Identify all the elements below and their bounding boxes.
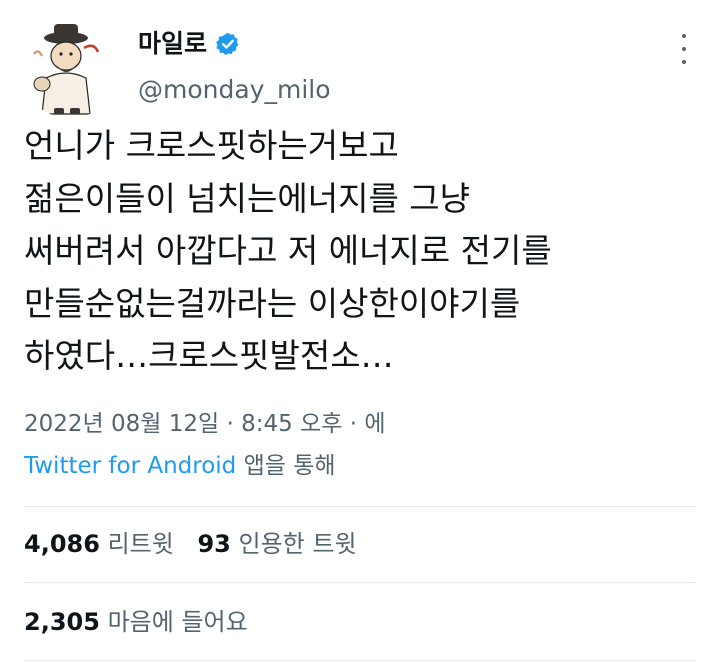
likes-stats: 2,305 마음에 들어요: [24, 606, 264, 638]
quotes-label: 인용한 트윗: [238, 530, 357, 558]
divider: [24, 506, 696, 507]
tweet-line: 젊은이들이 넘치는에너지를 그냥: [24, 178, 471, 218]
tweet-line: 하였다…크로스핏발전소…: [24, 336, 394, 375]
source-suffix: 앱을 통해: [236, 453, 336, 479]
quotes-count: 93: [197, 530, 231, 558]
quotes-stat[interactable]: 93 인용한 트윗: [197, 530, 356, 558]
likes-count: 2,305: [24, 608, 100, 636]
retweet-quote-stats: 4,086 리트윗 93 인용한 트윗: [24, 528, 373, 560]
avatar[interactable]: [20, 18, 120, 118]
tweet-line: 써버려서 아깝다고 저 에너지로 전기를: [24, 231, 552, 270]
likes-stat[interactable]: 2,305 마음에 들어요: [24, 608, 248, 636]
likes-label: 마음에 들어요: [107, 608, 248, 636]
source-app-link[interactable]: Twitter for Android: [24, 453, 236, 479]
retweets-label: 리트윗: [107, 530, 174, 558]
avatar-illustration: [33, 24, 100, 115]
tweet-source: Twitter for Android 앱을 통해: [24, 450, 336, 482]
tweet-line: 언니가 크로스핏하는거보고: [24, 126, 399, 165]
retweets-count: 4,086: [24, 530, 100, 558]
display-name-row[interactable]: 마일로: [138, 28, 241, 60]
divider: [24, 582, 696, 583]
verified-badge-icon: [215, 31, 241, 57]
display-name[interactable]: 마일로: [138, 28, 207, 60]
divider: [24, 660, 696, 661]
retweets-stat[interactable]: 4,086 리트윗: [24, 530, 174, 558]
more-options-icon[interactable]: [674, 34, 694, 64]
tweet-text: 언니가 크로스핏하는거보고 젊은이들이 넘치는에너지를 그냥 써버려서 아깝다고…: [24, 120, 714, 383]
tweet-timestamp[interactable]: 2022년 08월 12일 · 8:45 오후 · 에: [24, 408, 385, 440]
user-handle[interactable]: @monday_milo: [138, 74, 331, 106]
tweet-line: 만들순없는걸까라는 이상한이야기를: [24, 283, 521, 323]
